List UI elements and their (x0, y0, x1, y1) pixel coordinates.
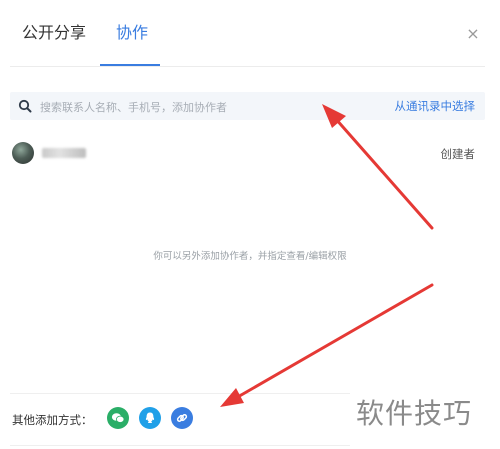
annotation-arrows (220, 104, 434, 407)
link-icon (176, 414, 188, 422)
member-name-blurred (42, 148, 86, 158)
member-role: 创建者 (440, 147, 476, 161)
tab-collaborate[interactable]: 协作 (116, 22, 148, 44)
select-from-contacts-link[interactable]: 从通讯录中选择 (395, 98, 476, 114)
search-icon (18, 99, 32, 113)
wechat-button[interactable] (107, 407, 129, 429)
member-row: 创建者 (10, 140, 485, 166)
divider (10, 393, 350, 394)
qq-button[interactable] (139, 407, 161, 429)
search-input[interactable] (38, 92, 372, 122)
empty-hint: 你可以另外添加协作者，并指定查看/编辑权限 (153, 251, 347, 262)
watermark: 软件技巧 (356, 397, 473, 430)
tab-bar-divider (10, 66, 485, 67)
avatar (12, 142, 34, 164)
wechat-icon (111, 413, 125, 423)
collaboration-dialog: 公开分享 协作 × 从通讯录中选择 创建者 你可以另外添加协作者，并指定查看/编… (0, 0, 500, 449)
copy-link-button[interactable] (171, 407, 193, 429)
annotation-arrow-methods (220, 283, 434, 407)
tab-bar: 公开分享 协作 × (0, 0, 500, 66)
other-methods-label: 其他添加方式： (12, 413, 93, 427)
divider (10, 445, 350, 446)
close-icon[interactable]: × (465, 26, 481, 42)
annotation-arrow-search (322, 104, 434, 230)
tab-public-share[interactable]: 公开分享 (22, 22, 86, 44)
qq-icon (145, 412, 155, 423)
search-bar: 从通讯录中选择 (10, 92, 485, 122)
